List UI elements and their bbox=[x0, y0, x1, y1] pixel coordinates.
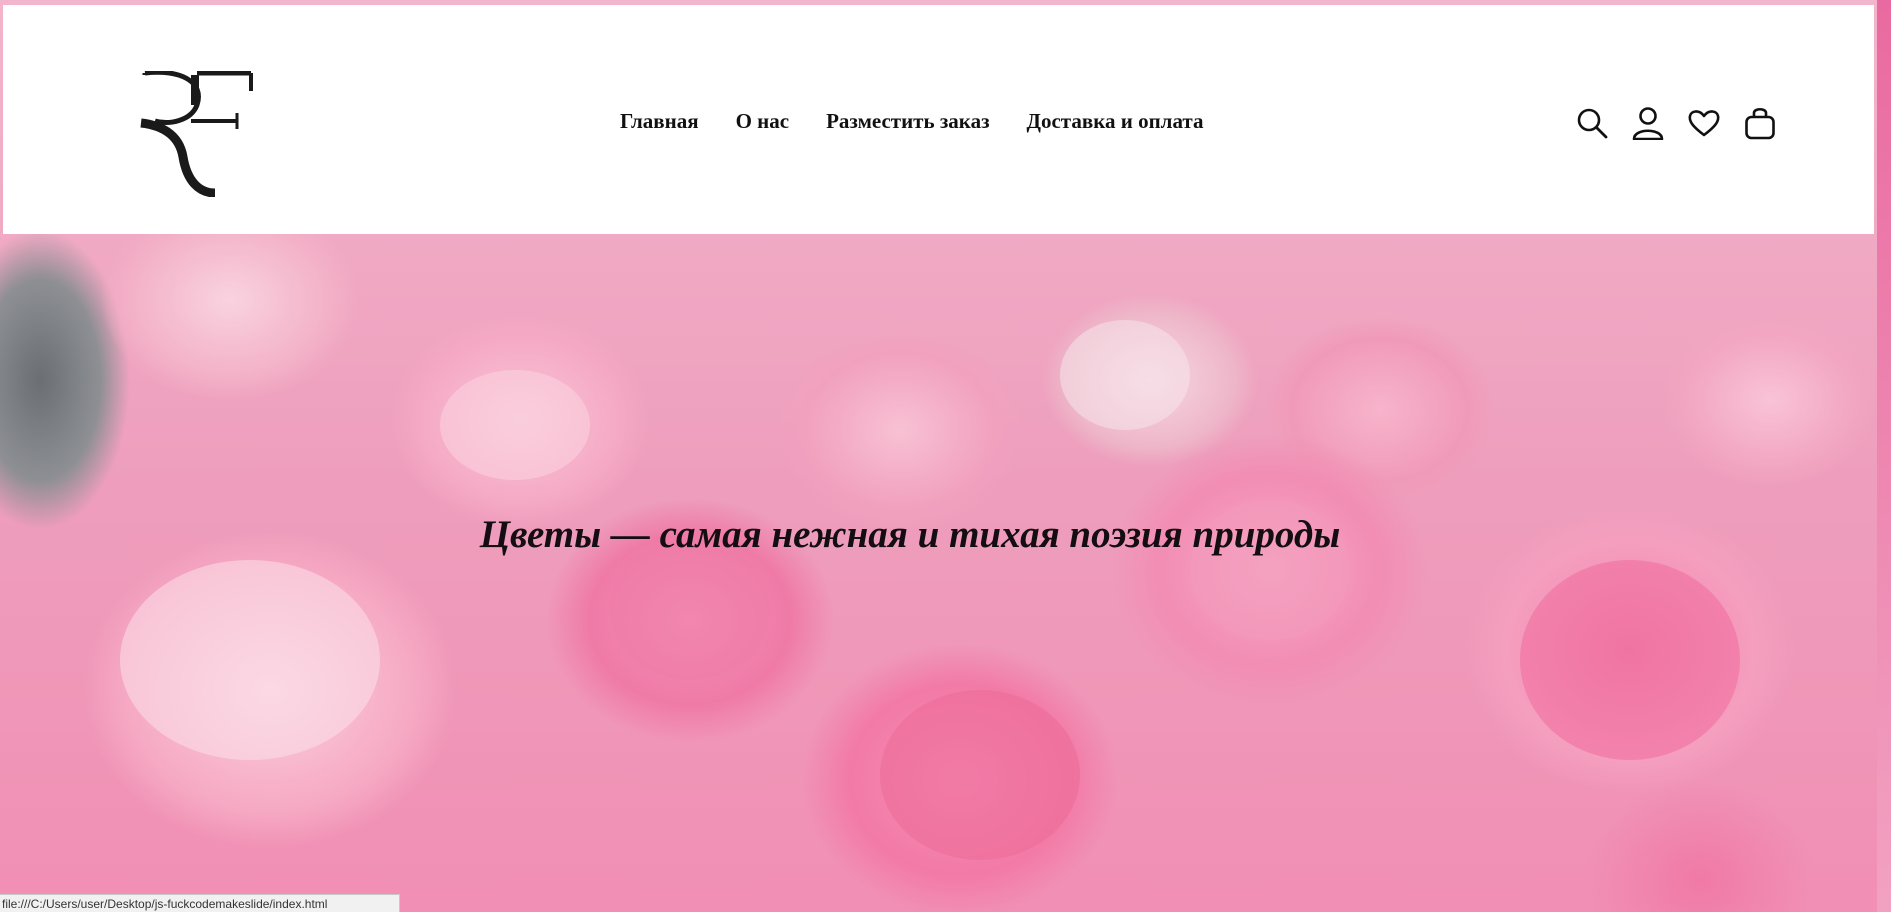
user-icon[interactable] bbox=[1631, 105, 1665, 141]
search-icon[interactable] bbox=[1575, 105, 1609, 141]
nav-link-home[interactable]: Главная bbox=[620, 109, 699, 134]
header-actions bbox=[1575, 105, 1777, 141]
shopping-bag-icon[interactable] bbox=[1743, 105, 1777, 141]
brand-logo[interactable] bbox=[139, 69, 255, 198]
nav-link-delivery-payment[interactable]: Доставка и оплата bbox=[1027, 109, 1204, 134]
nav-link-place-order[interactable]: Разместить заказ bbox=[826, 109, 989, 134]
hero-tagline: Цветы — самая нежная и тихая поэзия прир… bbox=[479, 513, 1341, 556]
heart-icon[interactable] bbox=[1687, 105, 1721, 141]
main-nav: Главная О нас Разместить заказ Доставка … bbox=[620, 109, 1241, 134]
rf-logo-icon bbox=[140, 69, 253, 198]
page-edge bbox=[1877, 0, 1891, 912]
nav-link-about[interactable]: О нас bbox=[736, 109, 790, 134]
browser-status-bar: file:///C:/Users/user/Desktop/js-fuckcod… bbox=[0, 894, 400, 912]
site-header: Главная О нас Разместить заказ Доставка … bbox=[3, 5, 1874, 234]
